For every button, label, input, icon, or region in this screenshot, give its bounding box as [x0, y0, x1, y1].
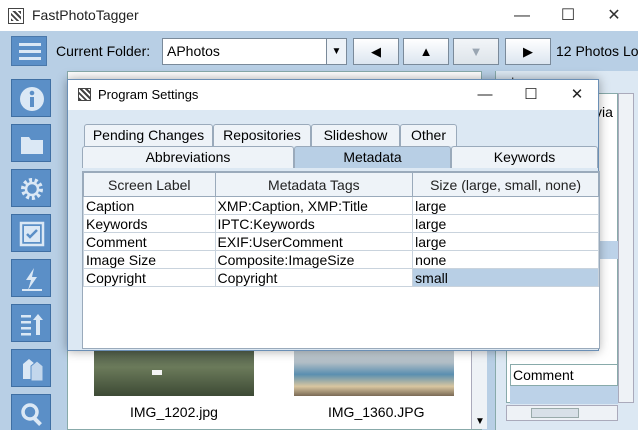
- right-panel-scrollbar[interactable]: [618, 93, 634, 403]
- menu-icon[interactable]: [11, 36, 47, 66]
- tab-pending-changes[interactable]: Pending Changes: [84, 124, 213, 146]
- prev-button[interactable]: ◀: [353, 38, 399, 65]
- selected-table-cell[interactable]: small: [412, 268, 599, 287]
- right-panel-hscrollbar[interactable]: [506, 405, 618, 421]
- dialog-title: Program Settings: [98, 87, 199, 102]
- folder-dropdown[interactable]: APhotos ▼: [162, 38, 347, 65]
- dialog-titlebar: Program Settings — ☐ ✕: [68, 80, 598, 110]
- search-icon: [21, 403, 42, 426]
- table-cell[interactable]: Keywords: [83, 214, 216, 233]
- tag-button[interactable]: [11, 214, 51, 252]
- column-header[interactable]: Metadata Tags: [214, 172, 414, 197]
- photo-count: 12 Photos Lo: [556, 43, 638, 59]
- table-cell[interactable]: large: [412, 214, 599, 233]
- tab-metadata[interactable]: Metadata: [294, 146, 451, 168]
- quick-tag-button[interactable]: [11, 259, 51, 297]
- table-cell[interactable]: Comment: [83, 232, 216, 251]
- dialog-app-icon: [78, 88, 91, 101]
- lightning-icon: [22, 268, 42, 291]
- table-row[interactable]: Copyright Copyright small: [83, 268, 599, 287]
- table-cell[interactable]: XMP:Caption, XMP:Title: [214, 196, 414, 215]
- tab-slideshow[interactable]: Slideshow: [311, 124, 400, 146]
- checkbox-icon: [19, 221, 45, 247]
- minimize-button[interactable]: —: [499, 0, 545, 31]
- photo-filename: IMG_1360.JPG: [328, 404, 425, 420]
- grid-scrollbar[interactable]: ▼: [471, 349, 487, 429]
- folder-icon: [21, 137, 43, 154]
- tab-keywords[interactable]: Keywords: [451, 146, 598, 168]
- chevron-down-icon[interactable]: ▼: [326, 39, 346, 64]
- tab-repositories[interactable]: Repositories: [213, 124, 311, 146]
- main-titlebar: FastPhotoTagger — ☐ ✕: [0, 0, 638, 31]
- photo-thumbnail[interactable]: [94, 348, 254, 396]
- photo-filename: IMG_1202.jpg: [130, 404, 218, 420]
- scroll-down-icon[interactable]: ▼: [475, 416, 485, 427]
- sort-icon: [21, 314, 43, 336]
- table-cell[interactable]: large: [412, 232, 599, 251]
- table-cell[interactable]: Caption: [83, 196, 216, 215]
- table-cell[interactable]: EXIF:UserComment: [214, 232, 414, 251]
- table-cell[interactable]: large: [412, 196, 599, 215]
- table-row[interactable]: Image Size Composite:ImageSize none: [83, 250, 599, 269]
- dialog-body: Pending Changes Repositories Slideshow O…: [68, 110, 600, 350]
- table-cell[interactable]: Copyright: [83, 268, 216, 287]
- program-settings-dialog: Program Settings — ☐ ✕ Pending Changes R…: [67, 79, 600, 351]
- close-button[interactable]: ✕: [591, 0, 637, 31]
- column-header[interactable]: Size (large, small, none): [412, 172, 599, 197]
- table-cell[interactable]: Copyright: [214, 268, 414, 287]
- table-row[interactable]: Keywords IPTC:Keywords large: [83, 214, 599, 233]
- settings-button[interactable]: [11, 169, 51, 207]
- toolbar: Current Folder: APhotos ▼ ◀ ▲ ▼ ▶ 12 Pho…: [0, 31, 638, 71]
- app-icon: [8, 8, 24, 24]
- gear-icon: [21, 178, 43, 200]
- next-button[interactable]: ▶: [505, 38, 551, 65]
- tags-icon: [23, 359, 44, 382]
- info-icon: [20, 87, 44, 111]
- table-cell[interactable]: Composite:ImageSize: [214, 250, 414, 269]
- right-panel-row: [510, 386, 618, 404]
- tags-button[interactable]: [11, 349, 51, 387]
- scroll-thumb[interactable]: [531, 408, 579, 418]
- tab-abbreviations[interactable]: Abbreviations: [82, 146, 294, 168]
- dialog-minimize-button[interactable]: —: [462, 80, 508, 110]
- up-button[interactable]: ▲: [403, 38, 449, 65]
- sort-button[interactable]: [11, 304, 51, 342]
- table-row[interactable]: Comment EXIF:UserComment large: [83, 232, 599, 251]
- column-header[interactable]: Screen Label: [83, 172, 216, 197]
- metadata-table: Screen Label Metadata Tags Size (large, …: [82, 171, 600, 349]
- tab-other[interactable]: Other: [400, 124, 457, 146]
- down-button[interactable]: ▼: [453, 38, 499, 65]
- folder-value: APhotos: [167, 43, 220, 59]
- current-folder-label: Current Folder:: [56, 43, 151, 59]
- photo-thumbnail[interactable]: [294, 348, 454, 396]
- folder-button[interactable]: [11, 124, 51, 162]
- table-cell[interactable]: Image Size: [83, 250, 216, 269]
- table-cell[interactable]: IPTC:Keywords: [214, 214, 414, 233]
- sidebar: [0, 71, 57, 430]
- info-button[interactable]: [11, 79, 51, 117]
- dialog-maximize-button[interactable]: ☐: [508, 80, 554, 110]
- search-button[interactable]: [11, 394, 51, 430]
- table-cell[interactable]: none: [412, 250, 599, 269]
- right-panel-item[interactable]: Comment: [510, 364, 618, 386]
- app-title: FastPhotoTagger: [32, 7, 139, 23]
- maximize-button[interactable]: ☐: [545, 0, 591, 31]
- table-row[interactable]: Caption XMP:Caption, XMP:Title large: [83, 196, 599, 215]
- dialog-close-button[interactable]: ✕: [554, 80, 600, 110]
